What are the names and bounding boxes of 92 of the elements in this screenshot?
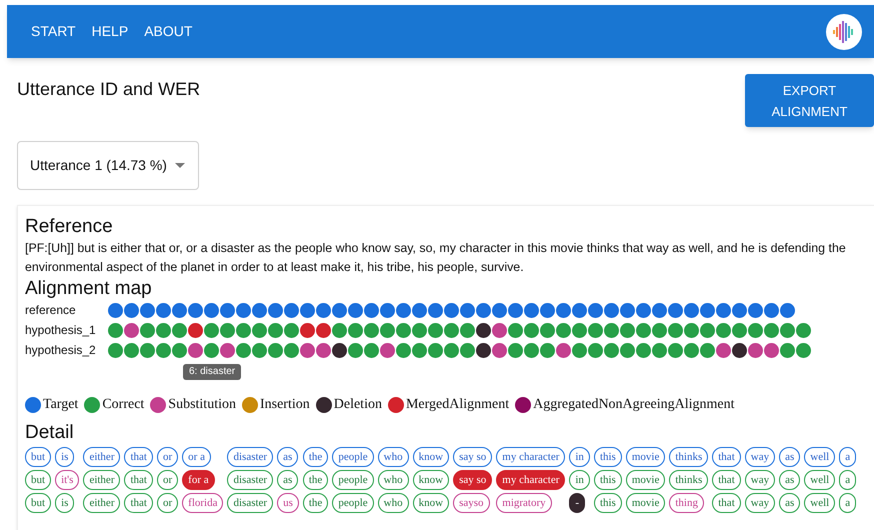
word-chip: say so	[453, 470, 492, 490]
word-chip: but	[25, 493, 52, 513]
nav-link[interactable]: START	[25, 17, 82, 46]
word-chip: my character	[496, 447, 566, 467]
word-chip: that	[124, 493, 153, 513]
caret-icon	[174, 163, 185, 168]
word-chip: -	[569, 493, 586, 513]
word-chip: or a	[182, 447, 211, 467]
word-chip: the	[302, 470, 328, 490]
section-title: Detail	[25, 422, 75, 444]
word-chip: for a	[182, 470, 215, 490]
legend-label: Deletion	[334, 396, 382, 414]
word-chip: well	[804, 493, 836, 513]
legend-label: Target	[43, 396, 78, 414]
word-chip: as	[779, 447, 800, 467]
word-chip: thing	[669, 493, 704, 513]
word-chip: is	[55, 447, 74, 467]
word-chip: either	[83, 447, 120, 467]
word-chip: but	[25, 470, 52, 490]
word-chip: a	[839, 493, 856, 513]
word-chip: as	[277, 470, 298, 490]
section-title: Alignment map	[25, 278, 153, 300]
word-chip: this	[594, 493, 622, 513]
word-chip: that	[124, 447, 153, 467]
word-chip: way	[744, 470, 776, 490]
word-chip: who	[378, 493, 409, 513]
word-chip: florida	[182, 493, 224, 513]
word-chip: migratory	[496, 493, 552, 513]
legend-label: MergedAlignment	[406, 396, 510, 414]
word-chip: movie	[626, 470, 666, 490]
word-chip: that	[124, 470, 153, 490]
word-chip: or	[156, 447, 178, 467]
reference-text: [PF:[Uh]] but is either that or, or a disaster as the people who know say, so, my character in this movie thinks that way as well, and he is defending the environmental aspect of the planet in order to at least make it, his tribe, his people, survive.	[25, 240, 847, 276]
word-chip: that	[712, 493, 741, 513]
word-chip: or	[156, 493, 178, 513]
word-chip: who	[378, 470, 409, 490]
word-chip: well	[804, 447, 836, 467]
word-chip: know	[412, 470, 450, 490]
word-chip: disaster	[227, 493, 274, 513]
legend-label: Substitution	[168, 396, 236, 414]
word-chip: in	[569, 470, 590, 490]
word-chip: know	[412, 493, 450, 513]
word-chip: as	[277, 447, 298, 467]
word-chip: but	[25, 447, 52, 467]
word-chip: the	[302, 447, 328, 467]
word-chip: the	[302, 493, 328, 513]
nav-link[interactable]: HELP	[86, 17, 134, 46]
word-chip: or	[156, 470, 178, 490]
word-chip: a	[839, 447, 856, 467]
word-chip: as	[779, 493, 800, 513]
legend-label: Correct	[102, 396, 144, 414]
word-chip: either	[83, 470, 120, 490]
word-chip: who	[378, 447, 409, 467]
row-label: reference	[25, 302, 77, 319]
word-chip: it's	[55, 470, 80, 490]
section-title: Reference	[25, 216, 114, 238]
word-chip: way	[744, 493, 776, 513]
word-chip: is	[55, 493, 74, 513]
word-chip: know	[412, 447, 450, 467]
export-button[interactable]: EXPORT ALIGNMENT	[745, 74, 874, 127]
word-chip: either	[83, 493, 120, 513]
word-chip: movie	[626, 493, 666, 513]
word-chip: this	[594, 470, 622, 490]
row-label: hypothesis_1	[25, 322, 97, 339]
word-chip: way	[744, 447, 776, 467]
word-chip: us	[277, 493, 299, 513]
word-chip: movie	[626, 447, 666, 467]
word-chip: as	[779, 470, 800, 490]
word-chip: my character	[496, 470, 566, 490]
word-chip: a	[839, 470, 856, 490]
word-chip: in	[569, 447, 590, 467]
word-chip: disaster	[227, 470, 274, 490]
word-chip: that	[712, 470, 741, 490]
word-chip: people	[332, 493, 374, 513]
logo-icon[interactable]	[826, 14, 862, 50]
word-chip: well	[804, 470, 836, 490]
word-chip: this	[594, 447, 622, 467]
legend-label: AggregatedNonAgreeingAlignment	[533, 396, 735, 414]
nav-link[interactable]: ABOUT	[138, 17, 198, 46]
word-chip: people	[332, 470, 374, 490]
word-chip: people	[332, 447, 374, 467]
tooltip: 6: disaster	[183, 364, 242, 380]
row-label: hypothesis_2	[25, 342, 97, 359]
word-chip: sayso	[453, 493, 490, 513]
utterance-select[interactable]: Utterance 1 (14.73 %)	[17, 141, 199, 190]
word-chip: disaster	[227, 447, 274, 467]
word-chip: say so	[453, 447, 492, 467]
legend-label: Insertion	[260, 396, 310, 414]
page-title: Utterance ID and WER	[17, 78, 200, 101]
word-chip: that	[712, 447, 741, 467]
word-chip: thinks	[669, 470, 708, 490]
word-chip: thinks	[669, 447, 708, 467]
